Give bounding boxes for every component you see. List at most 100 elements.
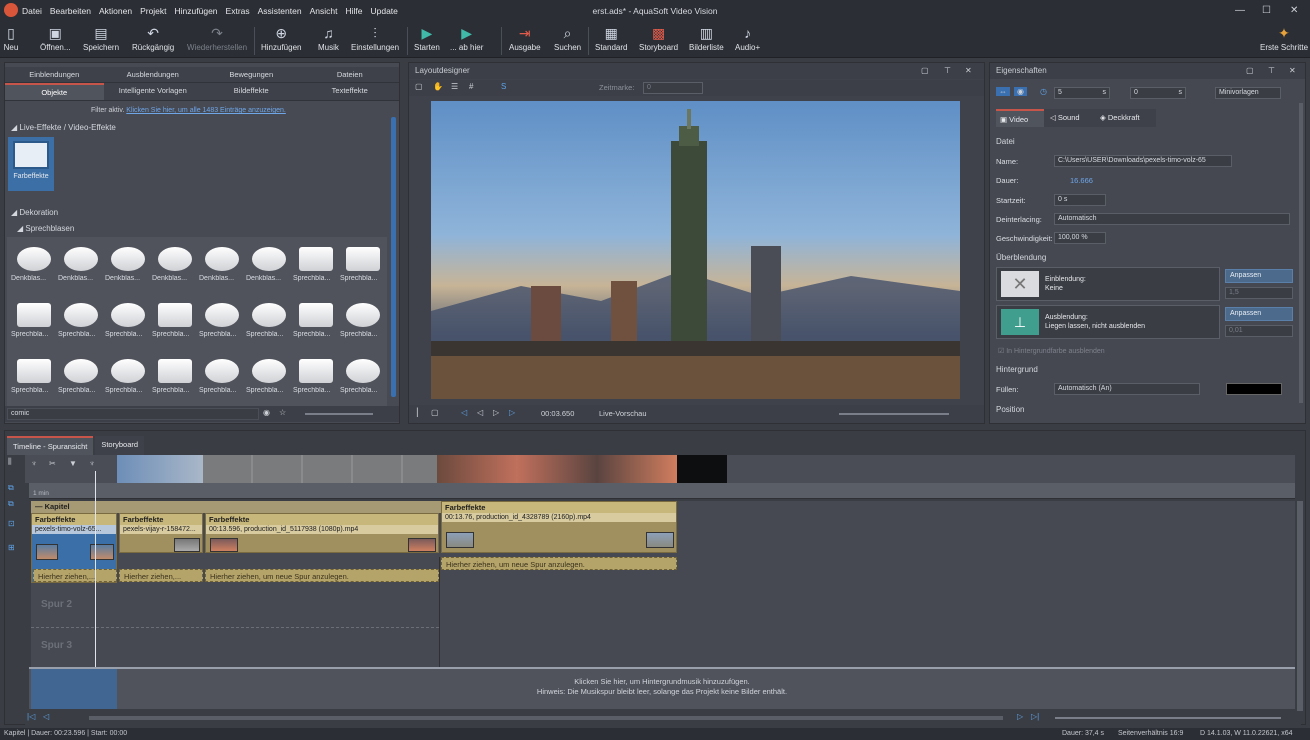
- hintergrund-ausblenden-checkbox[interactable]: ☑ In Hintergrundfarbe ausblenden: [998, 347, 1105, 355]
- skip-start-icon[interactable]: ◁: [461, 408, 467, 417]
- menu-bearbeiten[interactable]: Bearbeiten: [50, 6, 91, 16]
- tab-bewegungen[interactable]: Bewegungen: [202, 67, 301, 83]
- filter-link[interactable]: Klicken Sie hier, um alle 1483 Einträge …: [126, 107, 286, 114]
- sprechblase-item[interactable]: Sprechbla...: [340, 241, 384, 285]
- clip-farbeffekte-2[interactable]: Farbeffekte pexels-vijay-r-158472...: [119, 513, 203, 553]
- section-dekoration[interactable]: ◢ Dekoration: [11, 208, 58, 217]
- menu-ansicht[interactable]: Ansicht: [310, 6, 338, 16]
- speichern-button[interactable]: ▤ Speichern: [83, 25, 119, 52]
- sprechblase-item[interactable]: Sprechbla...: [11, 297, 55, 341]
- scissors-icon[interactable]: ✂: [49, 459, 56, 468]
- wiederherstellen-button[interactable]: ↷ Wiederherstellen: [187, 25, 247, 52]
- sprechblase-item[interactable]: Sprechbla...: [105, 297, 149, 341]
- tab-deckkraft[interactable]: ◈ Deckkraft: [1094, 109, 1156, 127]
- tab-einblendungen[interactable]: Einblendungen: [5, 67, 104, 83]
- zoom-slider[interactable]: [305, 413, 373, 415]
- neu-button[interactable]: ▯ Neu: [3, 25, 19, 52]
- panel-float-icon[interactable]: ▢: [921, 66, 929, 75]
- ausblendung-selector[interactable]: ⊥ Ausblendung: Liegen lassen, nicht ausb…: [996, 305, 1220, 339]
- ausblendung-anpassen-button[interactable]: Anpassen: [1225, 307, 1293, 321]
- sprechblase-item[interactable]: Sprechbla...: [152, 353, 196, 397]
- einblendung-duration[interactable]: 1,5: [1225, 287, 1293, 299]
- panel-float-icon[interactable]: ▢: [1246, 66, 1254, 75]
- startzeit-input[interactable]: 0 s: [1054, 194, 1106, 206]
- sprechblase-item[interactable]: Denkblas...: [105, 241, 149, 285]
- menu-assistenten[interactable]: Assistenten: [258, 6, 302, 16]
- tab-texteffekte[interactable]: Texteffekte: [300, 83, 399, 101]
- link-icon[interactable]: ⇔: [996, 87, 1010, 96]
- farbeffekte-item[interactable]: Farbeffekte: [8, 137, 54, 191]
- sprechblase-item[interactable]: Sprechbla...: [340, 353, 384, 397]
- maximize-icon[interactable]: ☐: [1262, 5, 1271, 16]
- pin-marker-icon[interactable]: ♆: [31, 459, 37, 468]
- next-icon[interactable]: ▷: [1017, 712, 1023, 721]
- drop-zone-2[interactable]: Hierher ziehen,...: [119, 569, 203, 582]
- group-icon[interactable]: ⧉: [8, 483, 14, 493]
- eye-icon[interactable]: ◉: [263, 408, 270, 417]
- sprechblase-item[interactable]: Sprechbla...: [246, 297, 290, 341]
- clip-farbeffekte-3[interactable]: Farbeffekte 00:13.596, production_id_511…: [205, 513, 439, 553]
- marker-down-icon[interactable]: ▼: [69, 459, 77, 468]
- align-icon[interactable]: ☰: [451, 82, 458, 91]
- deinterlacing-select[interactable]: Automatisch: [1054, 213, 1290, 225]
- starten-button[interactable]: ▶ Starten: [414, 25, 440, 52]
- sprechblase-item[interactable]: Sprechbla...: [152, 297, 196, 341]
- sprechblase-item[interactable]: Sprechbla...: [293, 241, 337, 285]
- timeline-vscroll[interactable]: [1297, 501, 1303, 711]
- marker-icon[interactable]: ⫼: [8, 457, 12, 467]
- einblendung-selector[interactable]: ✕ Einblendung: Keine: [996, 267, 1220, 301]
- ausblendung-duration[interactable]: 0,01: [1225, 325, 1293, 337]
- sprechblase-item[interactable]: Denkblas...: [11, 241, 55, 285]
- hinzufuegen-button[interactable]: ⊕ Hinzufügen: [261, 25, 301, 52]
- frame-icon[interactable]: ▏: [417, 408, 423, 417]
- menu-update[interactable]: Update: [370, 6, 397, 16]
- tab-video[interactable]: ▣ Video: [996, 109, 1044, 127]
- prev-frame-icon[interactable]: ◁: [477, 408, 483, 417]
- audio-plus-button[interactable]: ♪ Audio+: [735, 25, 760, 52]
- live-vorschau-toggle[interactable]: Live-Vorschau: [599, 409, 647, 418]
- properties-scrollbar[interactable]: [1299, 103, 1303, 403]
- sprechblase-item[interactable]: Sprechbla...: [58, 353, 102, 397]
- ungroup-icon[interactable]: ⧉: [8, 499, 14, 509]
- timeline-zoom-slider[interactable]: [1055, 717, 1281, 719]
- tab-timeline-spuransicht[interactable]: Timeline - Spuransicht: [7, 436, 94, 455]
- zeitmarke-input[interactable]: 0: [643, 82, 703, 94]
- safe-area-icon[interactable]: ▢: [431, 408, 439, 417]
- star-icon[interactable]: ☆: [279, 408, 286, 417]
- sprechblase-item[interactable]: Sprechbla...: [105, 353, 149, 397]
- sprechblase-item[interactable]: Sprechbla...: [340, 297, 384, 341]
- rueckgaengig-button[interactable]: ↶ Rückgängig: [132, 25, 174, 52]
- geschwindigkeit-input[interactable]: 100,00 %: [1054, 232, 1106, 244]
- duration-input[interactable]: 5s: [1054, 87, 1110, 99]
- tab-storyboard[interactable]: Storyboard: [95, 436, 145, 455]
- sprechblase-item[interactable]: Sprechbla...: [246, 353, 290, 397]
- tab-sound[interactable]: ◁ Sound: [1044, 109, 1094, 127]
- sprechblase-item[interactable]: Denkblas...: [58, 241, 102, 285]
- sprechblase-item[interactable]: Sprechbla...: [293, 353, 337, 397]
- timeline-hscroll[interactable]: [89, 716, 1003, 720]
- eye-icon[interactable]: ◉: [1014, 87, 1027, 96]
- sprechblase-item[interactable]: Sprechbla...: [293, 297, 337, 341]
- tab-objekte[interactable]: Objekte: [5, 83, 104, 101]
- path-icon[interactable]: S: [501, 82, 506, 91]
- skip-start-icon[interactable]: |◁: [27, 712, 35, 721]
- preview-zoom-slider[interactable]: [839, 413, 949, 415]
- skip-end-icon[interactable]: ▷: [509, 408, 515, 417]
- filename-field[interactable]: C:\Users\USER\Downloads\pexels-timo-volz…: [1054, 155, 1232, 167]
- background-color-swatch[interactable]: [1226, 383, 1282, 395]
- skip-end-icon[interactable]: ▷|: [1031, 712, 1039, 721]
- einstellungen-button[interactable]: ⫶ Einstellungen: [351, 25, 399, 52]
- select-icon[interactable]: ▢: [415, 82, 423, 91]
- preview-image[interactable]: [431, 101, 960, 399]
- drop-zone-3[interactable]: Hierher ziehen, um neue Spur anzulegen.: [205, 569, 439, 582]
- drop-zone-4[interactable]: Hierher ziehen, um neue Spur anzulegen.: [441, 557, 677, 570]
- music-track[interactable]: Klicken Sie hier, um Hintergrundmusik hi…: [29, 667, 1295, 709]
- next-frame-icon[interactable]: ▷: [493, 408, 499, 417]
- offset-input[interactable]: 0s: [1130, 87, 1186, 99]
- sprechblase-item[interactable]: Sprechbla...: [58, 297, 102, 341]
- panel-close-icon[interactable]: ✕: [965, 66, 972, 75]
- grid-icon[interactable]: #: [469, 82, 473, 91]
- trim-icon[interactable]: ⊡: [8, 519, 15, 528]
- sprechblase-item[interactable]: Sprechbla...: [199, 353, 243, 397]
- menu-projekt[interactable]: Projekt: [140, 6, 166, 16]
